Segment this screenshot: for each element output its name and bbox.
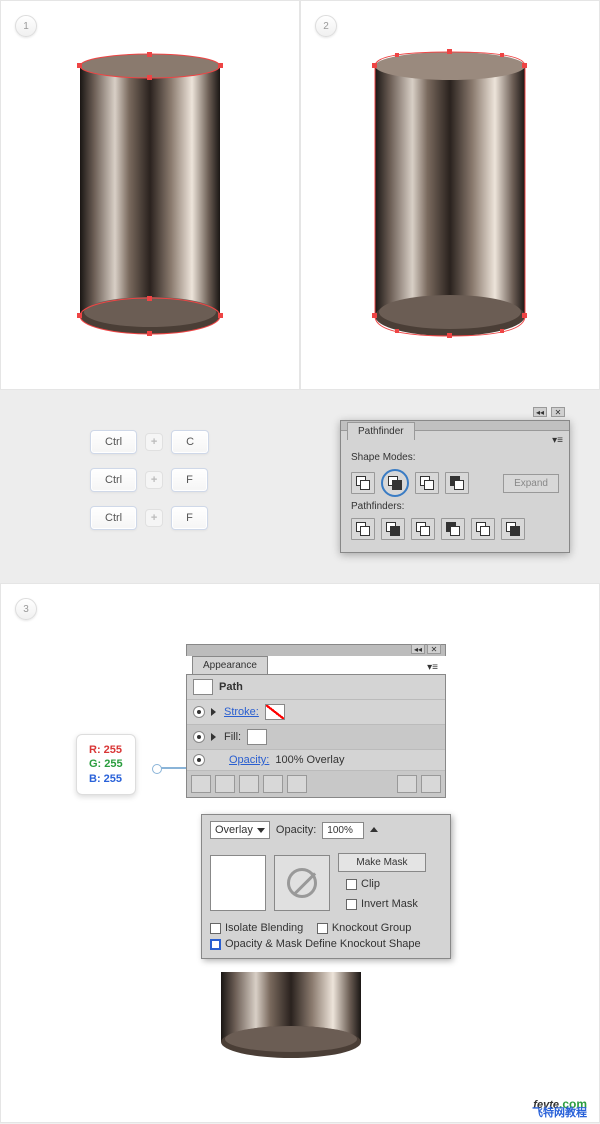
key-f: F bbox=[171, 468, 208, 492]
cylinder-illustration-3 bbox=[211, 972, 371, 1062]
opacity-label[interactable]: Opacity: bbox=[229, 754, 269, 766]
appearance-panel: ◂◂ ✕ Appearance ▾≡ Path Stroke: Fill: bbox=[186, 644, 446, 798]
expand-triangle-icon[interactable] bbox=[211, 708, 216, 716]
rgb-red: R: 255 bbox=[89, 743, 123, 757]
path-row[interactable]: Path bbox=[187, 675, 445, 700]
path-thumbnail bbox=[193, 679, 213, 695]
close-icon[interactable]: ✕ bbox=[427, 644, 441, 654]
isolate-blending-checkbox[interactable] bbox=[210, 923, 221, 934]
minus-back-button[interactable] bbox=[501, 518, 525, 540]
exclude-button[interactable] bbox=[445, 472, 469, 494]
opacity-row[interactable]: Opacity: 100% Overlay bbox=[187, 750, 445, 771]
key-f: F bbox=[171, 506, 208, 530]
mask-thumbnail[interactable] bbox=[274, 855, 330, 911]
make-mask-button[interactable]: Make Mask bbox=[338, 853, 426, 872]
rgb-values-callout: R: 255 G: 255 B: 255 bbox=[76, 734, 136, 795]
fill-row[interactable]: Fill: bbox=[187, 725, 445, 750]
add-stroke-button[interactable] bbox=[215, 775, 235, 793]
visibility-icon[interactable] bbox=[193, 731, 205, 743]
add-fill-button[interactable] bbox=[239, 775, 259, 793]
plus-icon: + bbox=[145, 433, 163, 451]
step-2-panel: 2 bbox=[300, 0, 600, 390]
blend-mode-select[interactable]: Overlay bbox=[210, 821, 270, 839]
expand-triangle-icon[interactable] bbox=[211, 733, 216, 741]
invert-mask-checkbox bbox=[346, 899, 357, 910]
visibility-icon[interactable] bbox=[193, 706, 205, 718]
appearance-footer bbox=[187, 771, 445, 797]
new-art-button[interactable] bbox=[191, 775, 211, 793]
unite-button[interactable] bbox=[351, 472, 375, 494]
keyboard-shortcuts: Ctrl + C Ctrl + F Ctrl + F bbox=[90, 430, 209, 530]
key-ctrl: Ctrl bbox=[90, 430, 137, 454]
key-ctrl: Ctrl bbox=[90, 468, 137, 492]
clear-button[interactable] bbox=[287, 775, 307, 793]
intersect-button[interactable] bbox=[415, 472, 439, 494]
watermark-sub: 飞特网教程 bbox=[532, 1104, 587, 1120]
cylinder-illustration-2 bbox=[321, 21, 579, 371]
step-badge-2: 2 bbox=[315, 15, 337, 37]
collapse-icon[interactable]: ◂◂ bbox=[411, 644, 425, 654]
visibility-icon[interactable] bbox=[193, 754, 205, 766]
duplicate-button[interactable] bbox=[397, 775, 417, 793]
key-c: C bbox=[171, 430, 209, 454]
delete-button[interactable] bbox=[421, 775, 441, 793]
opacity-label: Opacity: bbox=[276, 824, 316, 836]
shortcuts-section: Ctrl + C Ctrl + F Ctrl + F ◂◂ ✕ Pathfinder ▾≡ … bbox=[0, 390, 600, 583]
path-label: Path bbox=[219, 681, 243, 693]
clip-checkbox bbox=[346, 879, 357, 890]
crop-button[interactable] bbox=[441, 518, 465, 540]
add-effect-button[interactable] bbox=[263, 775, 283, 793]
chevron-down-icon bbox=[257, 828, 265, 833]
opacity-input[interactable]: 100% bbox=[322, 822, 364, 839]
step-1-panel: 1 bbox=[0, 0, 300, 390]
knockout-group-checkbox[interactable] bbox=[317, 923, 328, 934]
stroke-label[interactable]: Stroke: bbox=[224, 706, 259, 718]
outline-button[interactable] bbox=[471, 518, 495, 540]
flyout-menu-icon[interactable]: ▾≡ bbox=[552, 435, 563, 446]
pathfinder-panel: ◂◂ ✕ Pathfinder ▾≡ Shape Modes: Expand P… bbox=[340, 420, 570, 553]
flyout-menu-icon[interactable]: ▾≡ bbox=[427, 662, 438, 673]
opacity-value: 100% Overlay bbox=[275, 754, 344, 766]
trim-button[interactable] bbox=[381, 518, 405, 540]
divide-button[interactable] bbox=[351, 518, 375, 540]
fill-label: Fill: bbox=[224, 731, 241, 743]
step-badge-3: 3 bbox=[15, 598, 37, 620]
cylinder-illustration-1 bbox=[21, 21, 279, 371]
plus-icon: + bbox=[145, 471, 163, 489]
object-thumbnail[interactable] bbox=[210, 855, 266, 911]
opacity-stepper-icon[interactable] bbox=[370, 827, 378, 832]
collapse-icon[interactable]: ◂◂ bbox=[533, 407, 547, 417]
merge-button[interactable] bbox=[411, 518, 435, 540]
stroke-swatch-none[interactable] bbox=[265, 704, 285, 720]
appearance-tab[interactable]: Appearance bbox=[192, 656, 268, 674]
define-knockout-checkbox[interactable] bbox=[210, 939, 221, 950]
rgb-blue: B: 255 bbox=[89, 772, 123, 786]
rgb-green: G: 255 bbox=[89, 757, 123, 771]
no-mask-icon bbox=[287, 868, 317, 898]
pathfinder-tab[interactable]: Pathfinder bbox=[347, 422, 415, 440]
shape-modes-label: Shape Modes: bbox=[351, 452, 559, 463]
close-icon[interactable]: ✕ bbox=[551, 407, 565, 417]
fill-swatch-white[interactable] bbox=[247, 729, 267, 745]
pathfinders-label: Pathfinders: bbox=[351, 501, 559, 512]
expand-button[interactable]: Expand bbox=[503, 474, 559, 493]
minus-front-button[interactable] bbox=[381, 469, 409, 497]
step-3-panel: 3 R: 255 G: 255 B: 255 ◂◂ ✕ Appearance ▾… bbox=[0, 583, 600, 1123]
transparency-panel: Overlay Opacity: 100% Make Mask Clip Inv… bbox=[201, 814, 451, 959]
step-badge-1: 1 bbox=[15, 15, 37, 37]
stroke-row[interactable]: Stroke: bbox=[187, 700, 445, 725]
plus-icon: + bbox=[145, 509, 163, 527]
key-ctrl: Ctrl bbox=[90, 506, 137, 530]
